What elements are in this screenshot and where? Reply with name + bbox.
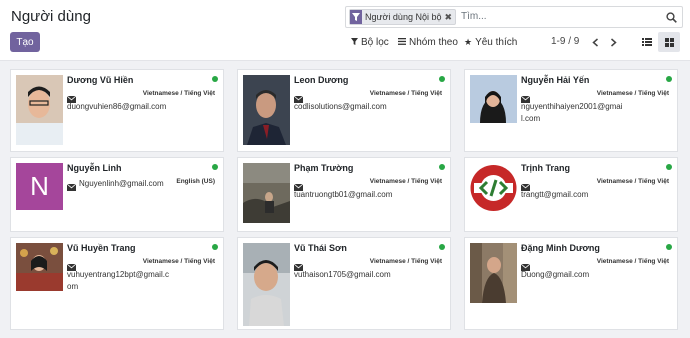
group-by-label: Nhóm theo: [409, 36, 458, 48]
search-input[interactable]: [459, 9, 653, 23]
user-language: Vietnamese / Tiếng Việt: [596, 258, 669, 265]
facet-remove-icon[interactable]: ✖: [444, 12, 455, 23]
filters-label: Bộ lọc: [361, 36, 389, 48]
envelope-icon: [520, 90, 531, 103]
envelope-icon: [66, 90, 77, 103]
user-card[interactable]: Nguyễn Hải Yến Vietnamese / Tiếng Việt n…: [464, 69, 678, 152]
star-icon: ★: [464, 36, 473, 47]
code-logo-icon: [470, 163, 517, 213]
user-language: Vietnamese / Tiếng Việt: [142, 258, 215, 265]
user-email: vuthaison1705@gmail.com: [294, 270, 391, 279]
user-language: Vietnamese / Tiếng Việt: [142, 90, 215, 97]
favorites-button[interactable]: ★ Yêu thích: [464, 34, 517, 50]
user-email: Nguyenlinh@gmail.com: [79, 179, 164, 188]
user-name: Vũ Huyền Trang: [67, 243, 136, 253]
user-language: Vietnamese / Tiếng Việt: [596, 178, 669, 185]
envelope-icon: [66, 258, 77, 271]
envelope-icon: [66, 178, 77, 191]
avatar: [470, 75, 517, 123]
online-status-dot: [212, 164, 218, 170]
envelope-icon: [293, 90, 304, 103]
user-card[interactable]: Trịnh Trang Vietnamese / Tiếng Việt tran…: [464, 157, 678, 232]
avatar: [16, 75, 63, 145]
user-name: Phạm Trường: [294, 163, 354, 173]
online-status-dot: [666, 76, 672, 82]
list-view-icon[interactable]: [636, 32, 658, 52]
user-card[interactable]: Vũ Thái Sơn Vietnamese / Tiếng Việt vuth…: [237, 237, 451, 330]
filter-icon: [350, 10, 362, 24]
online-status-dot: [439, 164, 445, 170]
user-email: codlisolutions@gmail.com: [294, 102, 387, 111]
user-card[interactable]: Vũ Huyền Trang Vietnamese / Tiếng Việt v…: [10, 237, 224, 330]
user-card[interactable]: Đặng Minh Dương Vietnamese / Tiếng Việt …: [464, 237, 678, 330]
user-name: Dương Vũ Hiền: [67, 75, 134, 85]
user-name: Trịnh Trang: [521, 163, 571, 173]
online-status-dot: [666, 164, 672, 170]
online-status-dot: [439, 76, 445, 82]
search-bar: Người dùng Nội bộ ✖: [345, 6, 683, 28]
envelope-icon: [520, 258, 531, 271]
pager-value[interactable]: 1-9 / 9: [551, 36, 579, 47]
page-title: Người dùng: [11, 8, 91, 25]
user-language: Vietnamese / Tiếng Việt: [596, 90, 669, 97]
avatar: [243, 243, 290, 326]
user-email: duongvuhien86@gmail.com: [67, 102, 167, 111]
user-card[interactable]: Dương Vũ Hiền Vietnamese / Tiếng Việt du…: [10, 69, 224, 152]
user-name: Leon Dương: [294, 75, 349, 85]
user-email: tuantruongtb01@gmail.com: [294, 190, 393, 199]
kanban-view-icon[interactable]: [658, 32, 680, 52]
user-language: Vietnamese / Tiếng Việt: [369, 90, 442, 97]
user-name: Đặng Minh Dương: [521, 243, 600, 253]
pager-next-icon[interactable]: [606, 34, 620, 50]
new-button[interactable]: Tạo: [10, 32, 40, 52]
avatar: [16, 243, 63, 291]
online-status-dot: [666, 244, 672, 250]
avatar: [243, 163, 290, 223]
user-email: Duong@gmail.com: [521, 270, 590, 279]
envelope-icon: [520, 178, 531, 191]
user-card[interactable]: N Nguyễn Linh English (US) Nguyenlinh@gm…: [10, 157, 224, 232]
search-facet: Người dùng Nội bộ ✖: [349, 9, 457, 25]
filter-icon: [351, 37, 358, 48]
avatar-initial: N: [16, 163, 63, 210]
search-icon[interactable]: [666, 10, 678, 23]
avatar: [243, 75, 290, 145]
online-status-dot: [212, 244, 218, 250]
avatar: [470, 243, 517, 303]
envelope-icon: [293, 258, 304, 271]
online-status-dot: [212, 76, 218, 82]
user-name: Nguyễn Hải Yến: [521, 75, 590, 85]
user-email: vuhuyentrang12bpt@gmail.com: [67, 270, 169, 291]
user-email: trangtt@gmail.com: [521, 190, 589, 199]
user-email: nguyenthihaiyen2001@gmail.com: [521, 102, 623, 123]
user-name: Nguyễn Linh: [67, 163, 122, 173]
user-card[interactable]: Phạm Trường Vietnamese / Tiếng Việt tuan…: [237, 157, 451, 232]
filters-button[interactable]: Bộ lọc: [351, 34, 389, 50]
user-language: English (US): [176, 178, 215, 185]
user-card[interactable]: Leon Dương Vietnamese / Tiếng Việt codli…: [237, 69, 451, 152]
online-status-dot: [439, 244, 445, 250]
control-panel: Người dùng Tạo Người dùng Nội bộ ✖ Bộ lọ…: [0, 0, 690, 61]
envelope-icon: [293, 178, 304, 191]
facet-label: Người dùng Nội bộ: [365, 12, 442, 22]
user-language: Vietnamese / Tiếng Việt: [369, 178, 442, 185]
user-language: Vietnamese / Tiếng Việt: [369, 258, 442, 265]
group-by-button[interactable]: Nhóm theo: [398, 34, 458, 50]
favorites-label: Yêu thích: [475, 36, 518, 48]
user-name: Vũ Thái Sơn: [294, 243, 347, 253]
bars-icon: [398, 37, 406, 48]
pager-previous-icon[interactable]: [588, 34, 602, 50]
